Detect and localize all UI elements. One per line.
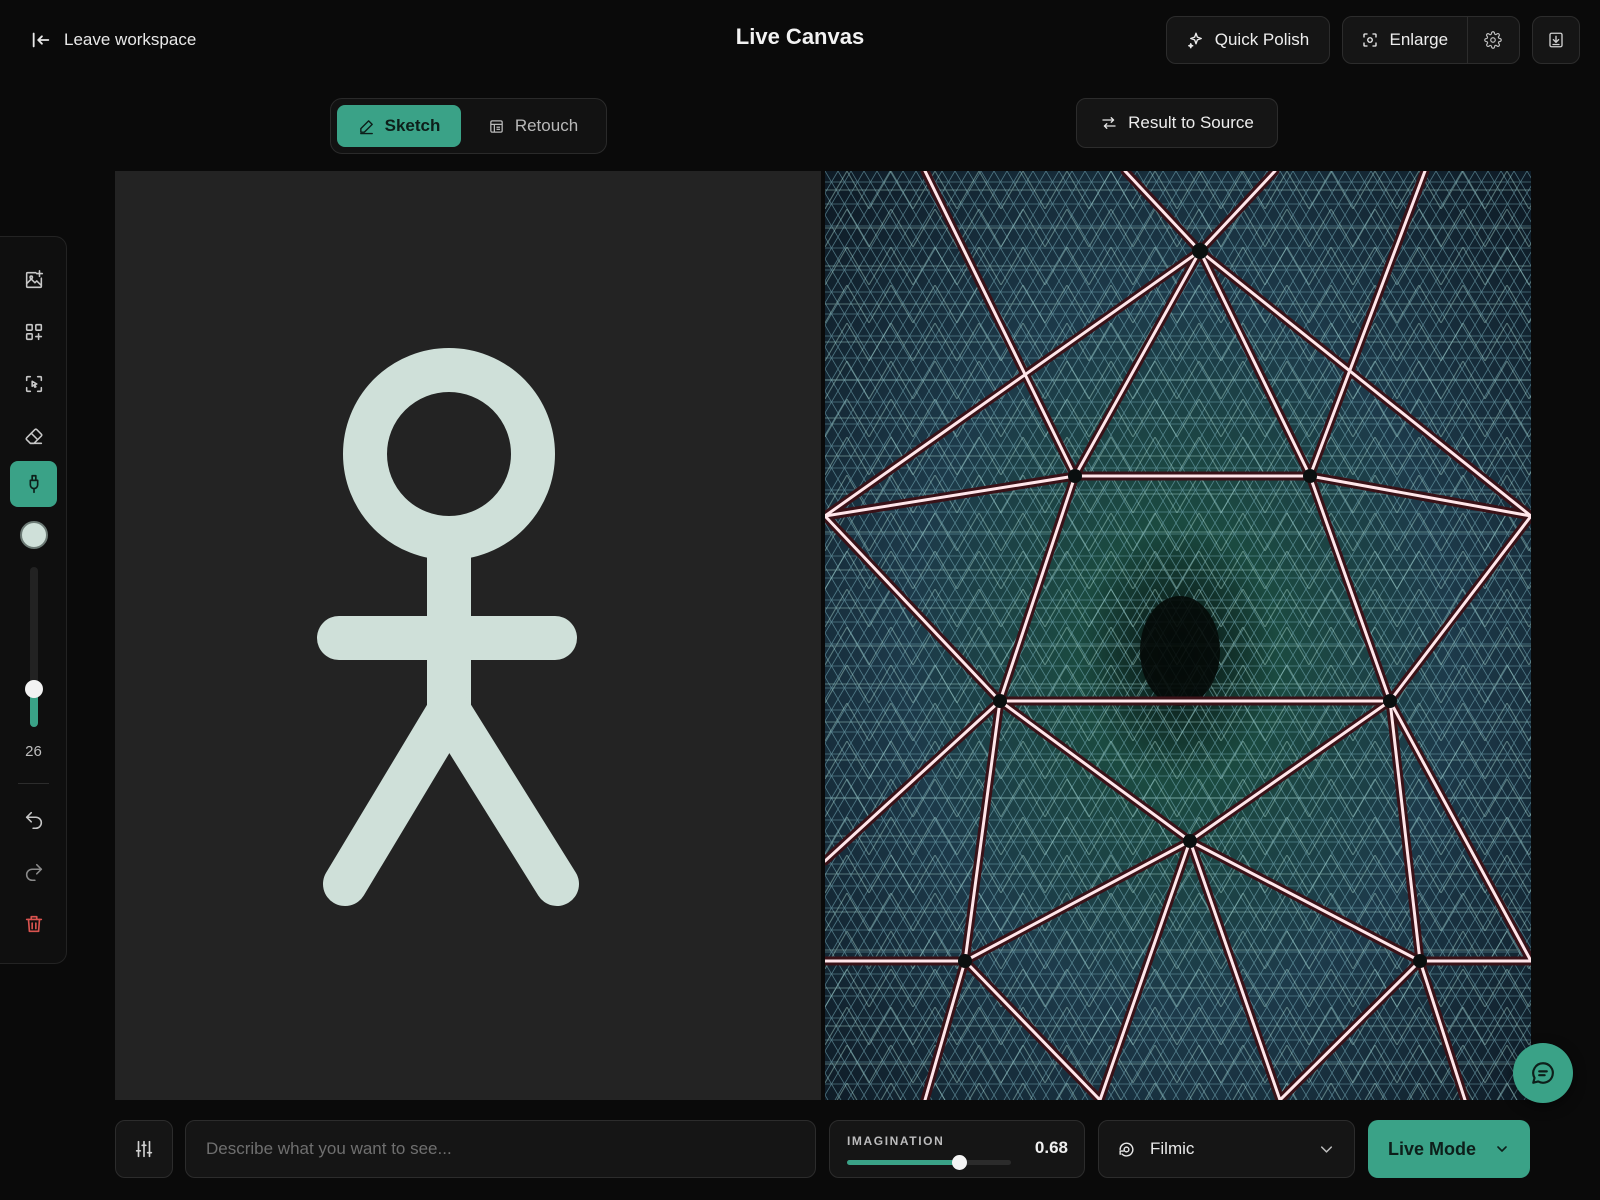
eraser-tool[interactable] [10,413,57,459]
download-icon [1549,32,1563,48]
style-select-label: Filmic [1150,1139,1195,1158]
chat-bubble-icon [1532,1062,1554,1084]
enlarge-icon [1363,33,1378,47]
sketch-canvas[interactable] [115,171,821,1100]
enlarge-button[interactable]: Enlarge [1343,17,1468,63]
enlarge-group: Enlarge [1342,16,1520,64]
select-region-icon [25,375,42,393]
result-image [825,171,1531,1100]
undo-button[interactable] [10,797,57,843]
settings-button[interactable] [1468,17,1519,63]
brush-size-value: 26 [25,743,42,760]
brush-icon [29,474,38,494]
gear-icon [1484,31,1503,49]
mode-toggle: Sketch Retouch [330,98,607,154]
style-select[interactable]: Filmic [1098,1120,1355,1178]
toolbar-divider [18,783,49,784]
exit-arrow-icon [32,32,50,48]
sliders-icon [135,1140,153,1158]
leave-workspace-label: Leave workspace [64,30,197,49]
brush-size-slider[interactable] [25,567,43,727]
result-to-source-button[interactable]: Result to Source [1076,98,1278,148]
tab-sketch-label: Sketch [384,116,441,135]
chevron-down-icon [1320,1145,1333,1153]
tab-retouch-label: Retouch [514,116,579,135]
eraser-icon [25,428,42,445]
pencil-icon [359,119,373,134]
add-element-icon [25,323,42,341]
drawing-toolbar: 26 [0,236,67,964]
quick-polish-button[interactable]: Quick Polish [1166,16,1330,64]
add-image-icon [25,270,43,289]
imagination-label: IMAGINATION [847,1134,945,1148]
leave-workspace-button[interactable]: Leave workspace [30,24,196,56]
quick-polish-label: Quick Polish [1214,30,1310,49]
trash-icon [25,915,42,933]
tab-sketch[interactable]: Sketch [337,105,461,147]
imagination-value: 0.68 [1034,1138,1068,1157]
result-to-source-label: Result to Source [1128,113,1254,132]
stick-figure-drawing [317,348,579,906]
redo-button[interactable] [10,849,57,895]
brush-tool[interactable] [10,461,57,507]
sparkle-icon [1187,32,1202,49]
select-region-tool[interactable] [10,361,57,407]
chevron-down-icon [1497,1146,1507,1152]
live-mode-button[interactable]: Live Mode [1368,1120,1530,1178]
imagination-track[interactable] [847,1155,1011,1170]
live-mode-label: Live Mode [1387,1138,1476,1159]
enlarge-label: Enlarge [1389,30,1449,49]
tab-retouch[interactable]: Retouch [469,105,597,147]
geodesic-dome-artwork [825,171,1531,1100]
style-icon [1119,1142,1134,1157]
add-image-tool[interactable] [10,257,57,303]
download-button[interactable] [1532,16,1580,64]
swap-arrows-icon [1102,117,1116,129]
imagination-thumb[interactable] [951,1155,967,1170]
undo-icon [25,811,42,830]
brush-size-thumb[interactable] [25,679,43,698]
brush-color-swatch[interactable] [20,521,48,549]
prompt-input[interactable] [185,1120,816,1178]
clear-canvas-button[interactable] [10,901,57,947]
imagination-fill [847,1160,959,1165]
layout-icon [490,119,503,133]
add-element-tool[interactable] [10,309,57,355]
adjustments-button[interactable] [115,1120,173,1178]
imagination-slider[interactable]: IMAGINATION 0.68 [829,1120,1085,1178]
redo-icon [25,863,42,882]
chat-button[interactable] [1513,1043,1573,1103]
